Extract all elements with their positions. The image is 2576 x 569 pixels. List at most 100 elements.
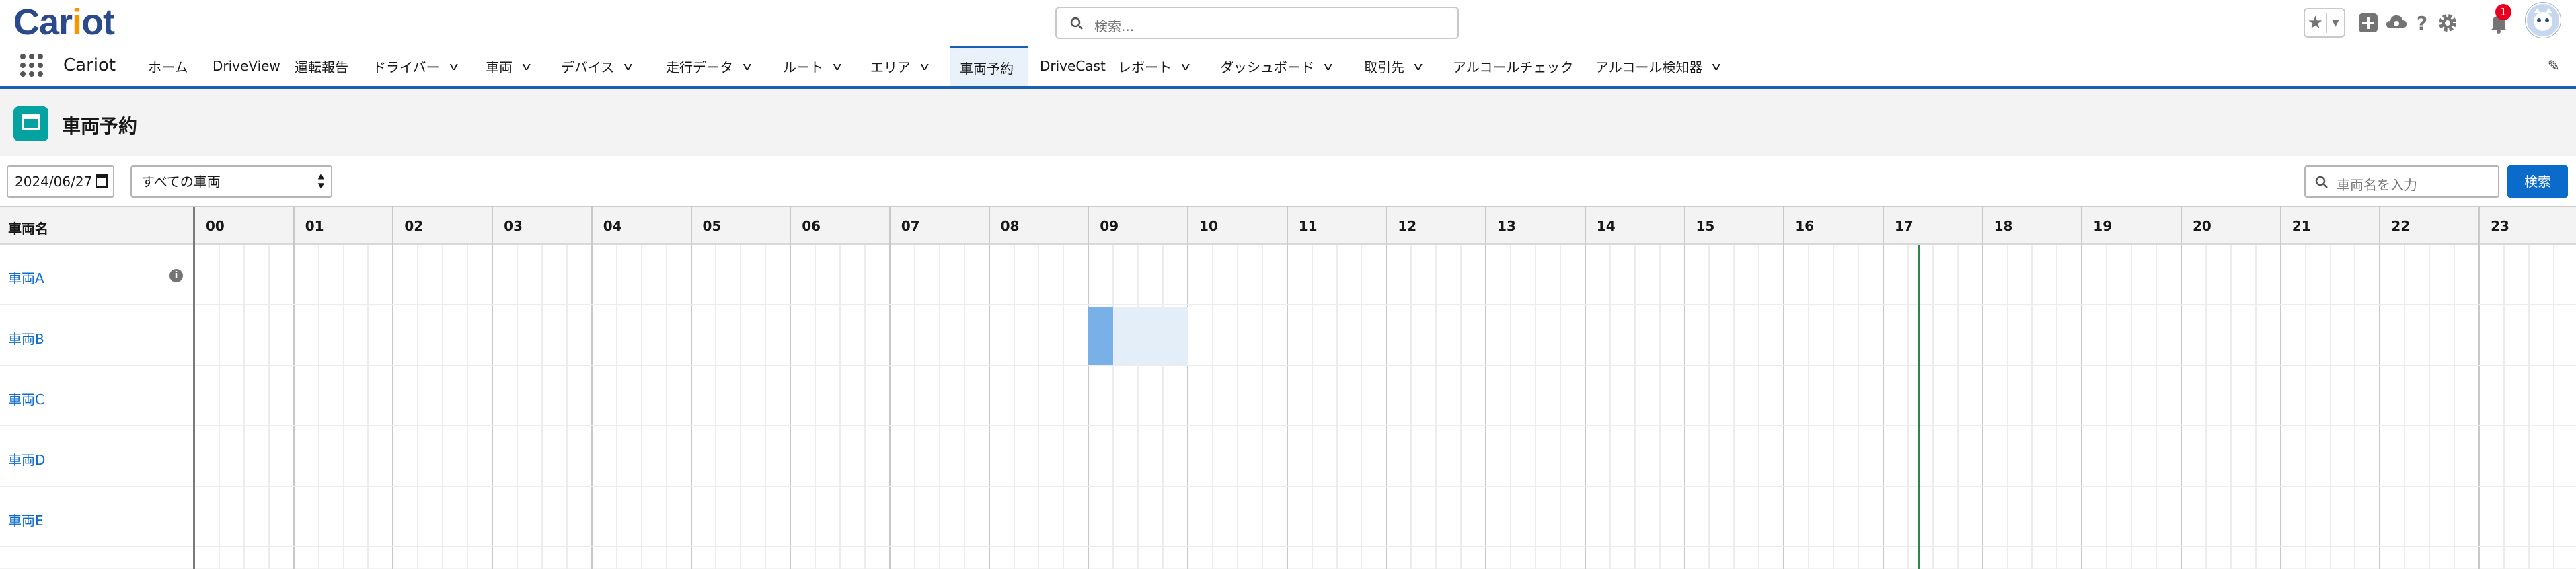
hour-label: 02 (404, 218, 424, 234)
nav-tab-label: 取引先 (1364, 59, 1404, 75)
star-icon[interactable]: ★ (2305, 13, 2327, 33)
notification-badge: 1 (2495, 4, 2511, 20)
nav-tab[interactable]: デバイス v (552, 46, 648, 86)
chevron-down-icon[interactable]: v (1414, 60, 1423, 73)
chevron-down-icon[interactable]: v (449, 60, 458, 73)
hour-label: 00 (206, 218, 225, 234)
chevron-down-icon[interactable]: v (1324, 60, 1332, 73)
avatar-icon (2534, 8, 2552, 31)
nav-tab[interactable]: 運転報告 (285, 46, 355, 86)
column-divider (193, 207, 195, 569)
trailhead-button[interactable] (2384, 8, 2409, 38)
vehicle-name-column-header: 車両名 (8, 221, 48, 237)
nav-tab[interactable]: DriveCast (1030, 46, 1106, 86)
date-value: 2024/06/27 (15, 174, 93, 190)
logo-text-tail: ot (81, 2, 115, 42)
current-time-line (1917, 245, 1920, 569)
nav-tab[interactable]: 走行データ v (656, 46, 764, 86)
vehicle-name-link[interactable]: 車両B (8, 328, 44, 348)
nav-tab[interactable]: アルコールチェック (1443, 46, 1578, 86)
avatar[interactable] (2526, 3, 2561, 38)
page-header: 車両予約 (0, 91, 2576, 156)
hour-label: 09 (1100, 218, 1119, 234)
cariot-logo[interactable]: Cariot (13, 1, 115, 43)
chevron-down-icon[interactable]: ▼ (2327, 17, 2344, 28)
nav-tab[interactable]: 車両 v (476, 46, 543, 86)
nav-tab-label: 車両 (486, 59, 513, 75)
help-icon: ? (2416, 11, 2428, 34)
chevron-down-icon[interactable]: v (624, 60, 633, 73)
logo-text-accent: i (72, 2, 82, 42)
hour-label: 08 (1000, 218, 1020, 234)
reservation-schedule: 車両名 00 01 02 03 04 05 06 07 08 09 10 11 12 13 14 15 16 17… (0, 206, 2576, 569)
hour-label: 06 (802, 218, 821, 234)
global-search-input[interactable]: 検索... (1055, 7, 1459, 39)
hour-label: 03 (504, 218, 523, 234)
nav-tab-label: アルコールチェック (1453, 59, 1574, 75)
reservation-block[interactable] (1113, 307, 1188, 365)
nav-tab-label: 走行データ (666, 59, 733, 75)
nav-tab[interactable]: 取引先 v (1355, 46, 1435, 86)
global-actions-button[interactable] (2355, 8, 2381, 38)
date-input[interactable]: 2024/06/27 (7, 165, 114, 198)
nav-tab[interactable]: アルコール検知器 v (1586, 46, 1734, 86)
vehicle-name-link[interactable]: 車両A (8, 268, 44, 287)
vehicle-search-input[interactable]: 車両名を入力 (2304, 165, 2499, 198)
nav-tab-label: エリア (870, 59, 911, 75)
nav-tab-label: ドライバー (373, 59, 440, 75)
nav-tab[interactable]: 車両予約 (950, 46, 1028, 86)
vehicle-row[interactable]: 車両D (0, 426, 2576, 487)
hour-label: 05 (702, 218, 722, 234)
search-icon (1070, 17, 1083, 30)
logo-text-main: Car (13, 2, 73, 42)
hour-label: 22 (2391, 218, 2411, 234)
edit-nav-icon[interactable]: ✎ (2548, 58, 2560, 75)
calendar-picker-icon[interactable] (96, 174, 108, 188)
vehicle-name-link[interactable]: 車両D (8, 449, 45, 469)
page-title: 車両予約 (62, 115, 138, 137)
chevron-down-icon[interactable]: v (920, 60, 929, 73)
favorites-button[interactable]: ★ ▼ (2304, 8, 2345, 38)
nav-tab[interactable]: エリア v (861, 46, 943, 86)
vehicle-row[interactable]: 車両E (0, 487, 2576, 547)
chevron-down-icon[interactable]: v (1712, 60, 1721, 73)
vehicle-name-link[interactable]: 車両C (8, 389, 44, 408)
nav-tab[interactable]: ホーム (139, 46, 195, 86)
app-launcher-icon[interactable] (20, 54, 43, 77)
chevron-down-icon[interactable]: v (522, 60, 531, 73)
gear-icon (2439, 14, 2456, 32)
nav-tab[interactable]: レポート v (1108, 46, 1203, 86)
hour-label: 11 (1298, 218, 1318, 234)
search-button[interactable]: 検索 (2507, 165, 2568, 198)
chevron-down-icon[interactable]: v (833, 60, 841, 73)
search-placeholder: 検索... (1094, 18, 1135, 34)
nav-tab[interactable]: ドライバー v (363, 46, 463, 86)
nav-tab[interactable]: DriveView (203, 46, 280, 86)
setup-button[interactable] (2435, 8, 2460, 38)
chevron-down-icon[interactable]: v (743, 60, 751, 73)
vehicle-row[interactable]: 車両B (0, 305, 2576, 366)
filter-bar: 2024/06/27 すべての車両 ▲ ▼ 車両名を入力 検索 (0, 156, 2576, 206)
chevron-down-icon[interactable]: v (1181, 60, 1190, 73)
nav-tab-label: DriveCast (1040, 58, 1106, 74)
add-icon (2359, 13, 2378, 32)
nav-tab-label: 運転報告 (295, 59, 348, 75)
vehicle-row[interactable]: 車両A i (0, 245, 2576, 305)
info-icon[interactable]: i (169, 269, 183, 282)
vehicle-row[interactable]: 車両C (0, 366, 2576, 426)
hour-label: 15 (1696, 218, 1715, 234)
select-arrows-icon: ▲ ▼ (317, 171, 324, 190)
nav-tab[interactable]: ダッシュボード v (1211, 46, 1345, 86)
nav-tab-label: レポート (1118, 59, 1172, 75)
nav-tab-label: DriveView (213, 58, 280, 74)
hour-label: 01 (305, 218, 324, 234)
hour-label: 17 (1894, 218, 1914, 234)
reservation-block[interactable] (1088, 307, 1114, 365)
nav-tab-label: ルート (783, 59, 823, 75)
vehicle-select[interactable]: すべての車両 ▲ ▼ (130, 165, 332, 198)
help-button[interactable]: ? (2409, 8, 2435, 38)
vehicle-name-link[interactable]: 車両E (8, 510, 44, 529)
hour-label: 04 (603, 218, 622, 234)
nav-tab-label: ダッシュボード (1220, 59, 1314, 75)
nav-tab[interactable]: ルート v (773, 46, 853, 86)
